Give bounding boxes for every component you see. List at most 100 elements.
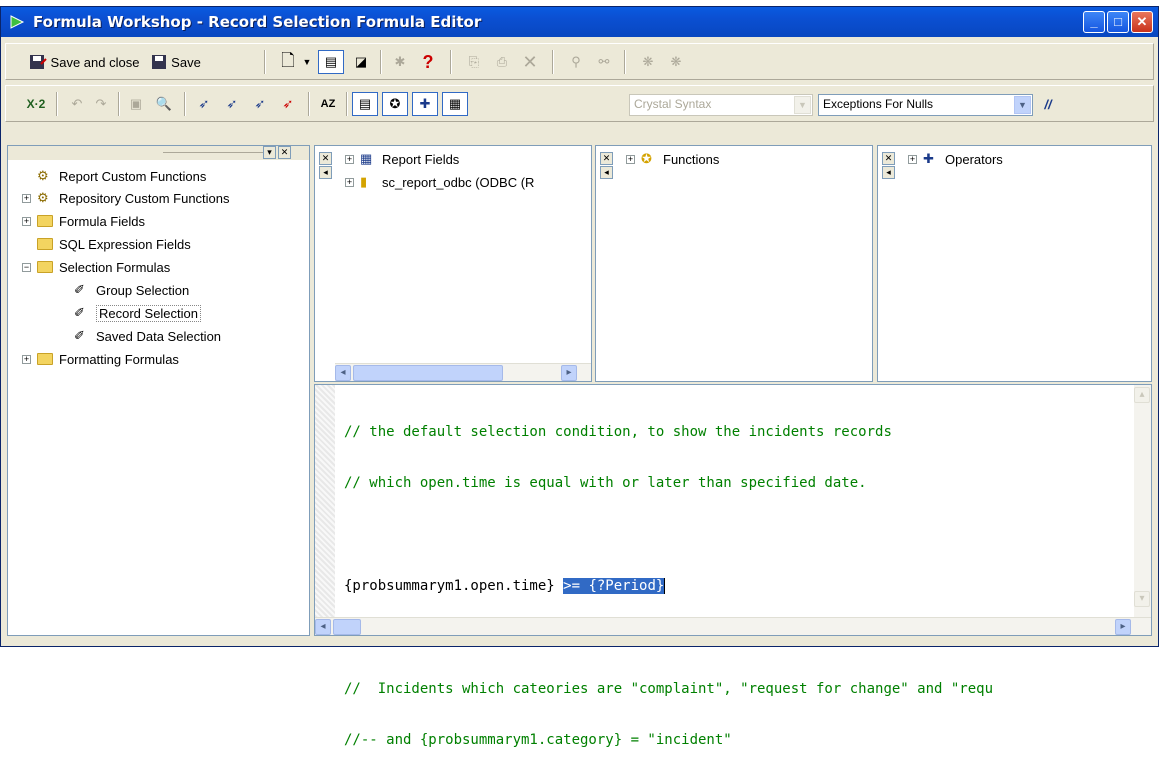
code-selection: >= {?Period} [563, 578, 665, 594]
undo-icon[interactable]: ↶ [66, 92, 88, 116]
scroll-thumb[interactable] [353, 365, 503, 381]
expand-icon[interactable]: + [908, 154, 917, 164]
extract-function-icon[interactable]: ❋ [664, 50, 688, 74]
close-pane-icon[interactable]: ✕ [600, 152, 613, 165]
nulls-combo[interactable]: Exceptions For Nulls ▼ [818, 94, 1033, 116]
separator [308, 92, 310, 116]
tree-item-repository-custom-functions[interactable]: + ⚙ Repository Custom Functions [22, 188, 230, 208]
tree-item-report-custom-functions[interactable]: ⚙ Report Custom Functions [22, 166, 206, 186]
separator [56, 92, 58, 116]
properties-icon[interactable]: ◪ [348, 50, 374, 74]
toggle-bookmark-icon[interactable]: ➶ [192, 92, 216, 116]
minimize-button[interactable]: _ [1083, 11, 1105, 33]
text-cursor [664, 578, 666, 594]
clear-bookmarks-icon[interactable]: ➶ [276, 92, 300, 116]
tree-label: Formatting Formulas [59, 351, 179, 367]
collapse-pane-icon[interactable]: ◂ [319, 166, 332, 179]
code-line-4: // Incidents which cateories are "compla… [344, 681, 994, 697]
use-repository-icon[interactable]: ⚯ [592, 50, 616, 74]
close-pane-icon[interactable]: ✕ [882, 152, 895, 165]
close-pane-icon[interactable]: ✕ [278, 146, 291, 159]
toggle-tree-icon[interactable]: ▤ [318, 50, 344, 74]
gear-icon: ⚙ [37, 190, 49, 205]
find-icon[interactable]: 🔍 [152, 92, 176, 116]
code-field-reference: {probsummarym1.open.time} [344, 578, 564, 594]
syntax-combo[interactable]: Crystal Syntax ▼ [629, 94, 813, 116]
tree-label: Selection Formulas [59, 259, 171, 275]
tree-item-formula-fields[interactable]: + Formula Fields [22, 211, 145, 231]
collapse-icon[interactable]: − [22, 262, 31, 272]
functions-pane: ✕ ◂ + ✪ Functions [595, 145, 873, 382]
show-functions-icon[interactable]: ✪ [382, 92, 408, 116]
database-icon: ▮ [360, 174, 368, 189]
scroll-left-icon[interactable]: ◂ [335, 365, 351, 381]
new-icon[interactable]: 🗋 [278, 50, 298, 74]
new-dropdown-icon[interactable]: ▼ [300, 50, 314, 74]
code-line-5: //-- and {probsummarym1.category} = "inc… [344, 732, 732, 748]
window-title: Formula Workshop - Record Selection Form… [33, 13, 482, 31]
collapse-pane-icon[interactable]: ◂ [882, 166, 895, 179]
show-fields-icon[interactable]: ▤ [352, 92, 378, 116]
operators-folder-icon: ✚ [923, 151, 934, 166]
tree-item-functions[interactable]: + ✪ Functions [626, 149, 719, 169]
show-editor-icon[interactable]: ▦ [442, 92, 468, 116]
expand-icon[interactable]: + [345, 177, 354, 187]
tree-item-selection-formulas[interactable]: − Selection Formulas [22, 257, 170, 277]
tree-item-saved-data-selection[interactable]: ✐ Saved Data Selection [74, 326, 221, 346]
collapse-pane-icon[interactable]: ◂ [600, 166, 613, 179]
save-label: Save [171, 54, 201, 70]
expert-icon[interactable]: ✱ [388, 50, 412, 74]
expand-icon[interactable]: + [22, 354, 31, 364]
tree-label: Formula Fields [59, 213, 145, 229]
save-and-close-button[interactable]: Save and close [28, 50, 140, 74]
tree-item-sql-expression-fields[interactable]: SQL Expression Fields [22, 234, 191, 254]
separator [346, 92, 348, 116]
tree-item-database[interactable]: + ▮ sc_report_odbc (ODBC (R [345, 172, 534, 192]
tree-item-group-selection[interactable]: ✐ Group Selection [74, 280, 189, 300]
folder-icon [37, 238, 53, 250]
expand-icon[interactable]: + [22, 216, 31, 226]
custom-function-icon[interactable]: ❋ [636, 50, 660, 74]
scroll-left-icon[interactable]: ◂ [315, 619, 331, 635]
expand-icon[interactable]: + [22, 193, 31, 203]
comment-button[interactable]: // [1036, 92, 1060, 116]
copy-icon[interactable]: ⎙ [490, 50, 514, 74]
redo-icon[interactable]: ↷ [90, 92, 112, 116]
code-line-3: {probsummarym1.open.time} >= {?Period} [344, 578, 1144, 595]
formula-code[interactable]: // the default selection condition, to s… [344, 390, 1144, 783]
tree-item-report-fields[interactable]: + ▦ Report Fields [345, 149, 459, 169]
main-toolbar: Save and close Save 🗋 ▼ ▤ ◪ ✱ ? ⎘ ⎙ ✕ ⚲ … [5, 43, 1154, 80]
rename-icon[interactable]: ⎘ [462, 50, 486, 74]
save-button[interactable]: Save [146, 50, 206, 74]
horizontal-scrollbar[interactable]: ◂ ▸ [335, 363, 591, 381]
sort-trees-icon[interactable]: AZ [316, 92, 340, 116]
scroll-right-icon[interactable]: ▸ [561, 365, 577, 381]
tree-label: Functions [663, 151, 720, 167]
maximize-button[interactable]: □ [1107, 11, 1129, 33]
close-pane-icon[interactable]: ✕ [319, 152, 332, 165]
check-formula-icon[interactable]: X·2 [24, 92, 48, 116]
separator [624, 50, 626, 74]
minimize-icon[interactable]: ▾ [263, 146, 276, 159]
separator [450, 50, 452, 74]
previous-bookmark-icon[interactable]: ➶ [248, 92, 272, 116]
title-bar: Formula Workshop - Record Selection Form… [1, 7, 1158, 37]
tree-item-formatting-formulas[interactable]: + Formatting Formulas [22, 349, 179, 369]
functions-folder-icon: ✪ [641, 151, 652, 166]
next-bookmark-icon[interactable]: ➶ [220, 92, 244, 116]
add-to-repository-icon[interactable]: ⚲ [564, 50, 588, 74]
delete-icon[interactable]: ✕ [518, 50, 542, 74]
tree-label: Report Custom Functions [59, 168, 207, 184]
tree-item-record-selection[interactable]: ✐ Record Selection [74, 303, 201, 323]
formula-icon: ✐ [74, 328, 85, 343]
tree-label: Record Selection [96, 304, 201, 322]
browse-data-icon[interactable]: ▣ [124, 92, 148, 116]
show-operators-icon[interactable]: ✚ [412, 92, 438, 116]
expand-icon[interactable]: + [626, 154, 635, 164]
help-icon[interactable]: ? [416, 50, 440, 74]
close-button[interactable]: ✕ [1131, 11, 1153, 33]
tree-item-operators[interactable]: + ✚ Operators [908, 149, 1003, 169]
workshop-tree: ▾ ✕ ⚙ Report Custom Functions + ⚙ Repositor… [7, 145, 310, 636]
tree-label: Saved Data Selection [96, 328, 222, 344]
expand-icon[interactable]: + [345, 154, 354, 164]
